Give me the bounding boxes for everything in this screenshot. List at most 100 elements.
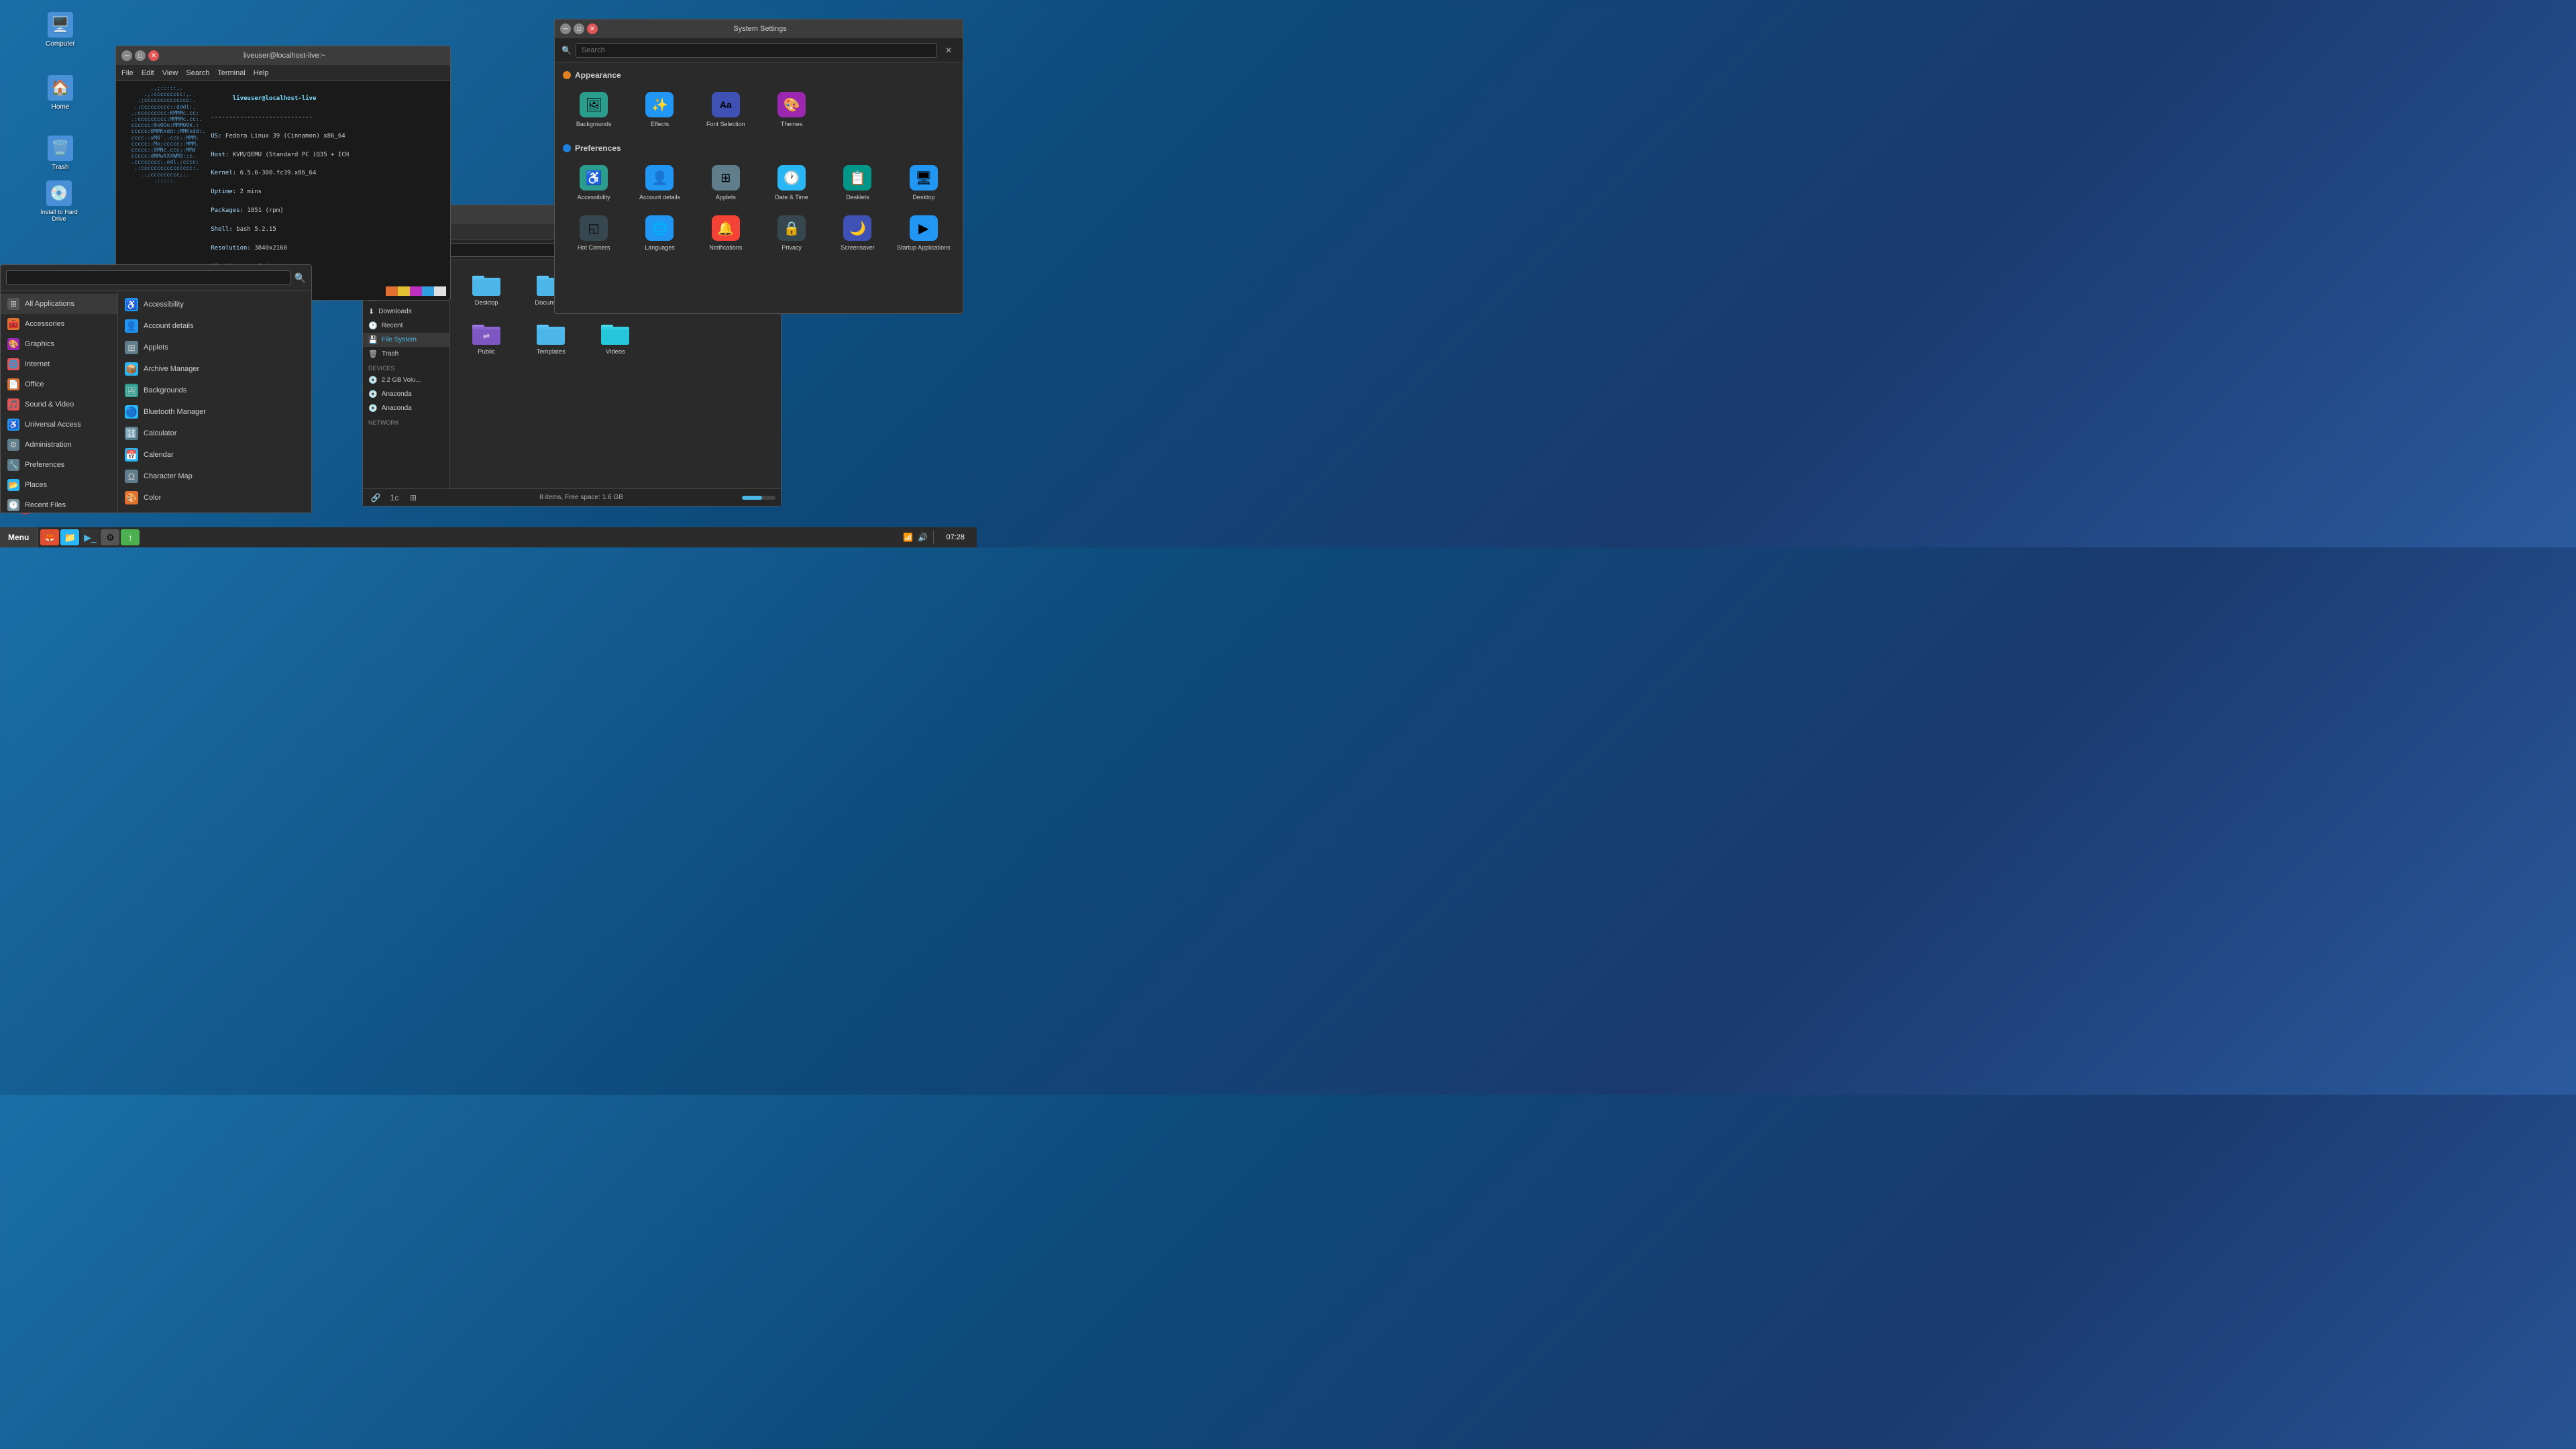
administration-icon: ⚙	[7, 439, 19, 451]
app-item-archive-manager[interactable]: 📦 Archive Manager	[118, 358, 311, 380]
ss-item-hot-corners[interactable]: ◱ Hot Corners	[563, 210, 625, 256]
taskbar-app-firefox[interactable]: 🦊	[40, 529, 59, 545]
taskbar-menu-button[interactable]: Menu	[0, 527, 38, 547]
terminal-menu-edit[interactable]: Edit	[142, 69, 154, 77]
fm-sidebar-recent[interactable]: 🕐 Recent	[363, 319, 449, 333]
category-universal-access[interactable]: ♿ Universal Access	[1, 415, 117, 435]
category-sound-video-label: Sound & Video	[25, 400, 74, 409]
app-item-applets[interactable]: ⊞ Applets	[118, 337, 311, 358]
app-item-calendar[interactable]: 📅 Calendar	[118, 444, 311, 466]
terminal-menu-help[interactable]: Help	[254, 69, 269, 77]
taskbar-time: 07:28	[939, 533, 971, 541]
terminal-menu-file[interactable]: File	[121, 69, 133, 77]
terminal-maximize-button[interactable]: □	[135, 50, 146, 61]
app-item-accessibility[interactable]: ♿ Accessibility	[118, 294, 311, 315]
fm-status-icon-1[interactable]: 🔗	[368, 490, 383, 505]
ss-item-account-details[interactable]: 👤 Account details	[629, 160, 690, 206]
ss-privacy-label: Privacy	[782, 244, 802, 251]
system-settings-close-button[interactable]: ✕	[587, 23, 598, 34]
system-settings-minimize-button[interactable]: ─	[560, 23, 571, 34]
ss-item-themes[interactable]: 🎨 Themes	[761, 87, 822, 133]
ss-preferences-grid: ♿ Accessibility 👤 Account details ⊞ Appl…	[563, 160, 955, 256]
ss-item-privacy[interactable]: 🔒 Privacy	[761, 210, 822, 256]
terminal-menu-search[interactable]: Search	[186, 69, 209, 77]
fm-sidebar-trash[interactable]: 🗑 Trash	[363, 347, 449, 361]
app-item-color[interactable]: 🎨 Color	[118, 487, 311, 508]
fm-status-icon-2[interactable]: 1c	[387, 490, 402, 505]
system-settings-maximize-button[interactable]: □	[574, 23, 584, 34]
accessories-icon: 🧰	[7, 318, 19, 330]
ss-item-notifications[interactable]: 🔔 Notifications	[695, 210, 757, 256]
ss-item-backgrounds[interactable]: 🖼 Backgrounds	[563, 87, 625, 133]
file-manager-statusbar: 🔗 1c ⊞ 8 items, Free space: 1.6 GB	[363, 488, 781, 506]
account-details-app-icon: 👤	[125, 319, 138, 333]
app-account-details-label: Account details	[144, 322, 194, 330]
category-office[interactable]: 📄 Office	[1, 374, 117, 394]
taskbar-app-terminal[interactable]: ▶_	[80, 529, 99, 545]
ss-item-desktop[interactable]: 🖥 Desktop	[893, 160, 955, 206]
ss-item-font-selection[interactable]: Aa Font Selection	[695, 87, 757, 133]
fm-status-icon-3[interactable]: ⊞	[406, 490, 421, 505]
folder-templates[interactable]: Templates	[521, 316, 580, 360]
ss-item-date-time[interactable]: 🕐 Date & Time	[761, 160, 822, 206]
category-preferences[interactable]: 🔧 Preferences	[1, 455, 117, 475]
trash-icon: 🗑️	[48, 136, 73, 161]
category-sound-video[interactable]: 🎵 Sound & Video	[1, 394, 117, 415]
ss-effects-label: Effects	[651, 121, 669, 127]
fm-sidebar-file-system[interactable]: 💾 File System	[363, 333, 449, 347]
taskbar-app-settings[interactable]: ⚙	[101, 529, 119, 545]
ss-item-applets[interactable]: ⊞ Applets	[695, 160, 757, 206]
folder-desktop[interactable]: Desktop	[457, 267, 516, 311]
category-places[interactable]: 📂 Places	[1, 475, 117, 495]
app-accessibility-label: Accessibility	[144, 301, 184, 309]
folder-public[interactable]: ⇌ Public	[457, 316, 516, 360]
ss-item-screensaver[interactable]: 🌙 Screensaver	[826, 210, 888, 256]
category-accessories[interactable]: 🧰 Accessories	[1, 314, 117, 334]
ss-item-accessibility[interactable]: ♿ Accessibility	[563, 160, 625, 206]
ss-item-startup-apps[interactable]: ▶ Startup Applications	[893, 210, 955, 256]
computer-label: Computer	[46, 40, 75, 48]
category-internet[interactable]: 🌐 Internet	[1, 354, 117, 374]
color-app-icon: 🎨	[125, 491, 138, 504]
desktop-icon-trash[interactable]: 🗑️ Trash	[37, 133, 84, 174]
taskbar-app-files[interactable]: 📁	[60, 529, 79, 545]
system-settings-search-input[interactable]	[576, 43, 937, 58]
app-item-calculator[interactable]: 🔢 Calculator	[118, 423, 311, 444]
category-recent-files[interactable]: 🕐 Recent Files	[1, 495, 117, 513]
ss-item-effects[interactable]: ✨ Effects	[629, 87, 690, 133]
terminal-menu-view[interactable]: View	[162, 69, 178, 77]
fm-sidebar-volume-1[interactable]: 💿 2.2 GB Volu...	[363, 373, 449, 387]
app-item-account-details[interactable]: 👤 Account details	[118, 315, 311, 337]
terminal-close-button[interactable]: ✕	[148, 50, 159, 61]
ss-item-languages[interactable]: 🌐 Languages	[629, 210, 690, 256]
applets-settings-icon: ⊞	[712, 165, 740, 191]
desktop-icon-computer[interactable]: 🖥️ Computer	[37, 9, 84, 50]
network-icon[interactable]: 📶	[902, 532, 913, 543]
desktop-icon-home[interactable]: 🏠 Home	[37, 72, 84, 113]
app-item-bluetooth-manager[interactable]: 🔵 Bluetooth Manager	[118, 401, 311, 423]
ss-item-desklets[interactable]: 📋 Desklets	[826, 160, 888, 206]
fm-sidebar-downloads[interactable]: ⬇ Downloads	[363, 305, 449, 319]
system-settings-content: Appearance 🖼 Backgrounds ✨ Effects Aa Fo…	[555, 62, 963, 313]
fm-sidebar-anaconda-2[interactable]: 💿 Anaconda	[363, 401, 449, 415]
category-all-applications[interactable]: ⊞ All Applications	[1, 294, 117, 314]
system-settings-search-bar: 🔍 ✕	[555, 38, 963, 62]
ss-notifications-label: Notifications	[709, 244, 742, 251]
category-graphics[interactable]: 🎨 Graphics	[1, 334, 117, 354]
terminal-minimize-button[interactable]: ─	[121, 50, 132, 61]
appearance-section-dot	[563, 71, 571, 79]
taskbar-app-update-manager[interactable]: ↑	[121, 529, 140, 545]
startup-apps-settings-icon: ▶	[910, 215, 938, 241]
ss-search-clear-button[interactable]: ✕	[941, 43, 956, 58]
swatch-white	[434, 286, 446, 296]
fm-sidebar-anaconda-1[interactable]: 💿 Anaconda	[363, 387, 449, 401]
volume-icon[interactable]: 🔊	[917, 532, 928, 543]
app-item-backgrounds[interactable]: 🖼 Backgrounds	[118, 380, 311, 401]
category-administration[interactable]: ⚙ Administration	[1, 435, 117, 455]
app-item-color-profile-viewer[interactable]: 🌈 Color Profile Viewer	[118, 508, 311, 513]
app-menu-search-input[interactable]	[6, 270, 290, 285]
app-item-character-map[interactable]: Ω Character Map	[118, 466, 311, 487]
desktop-icon-install[interactable]: 💿 Install to Hard Drive	[34, 178, 85, 225]
folder-videos[interactable]: Videos	[586, 316, 645, 360]
terminal-menu-terminal[interactable]: Terminal	[217, 69, 246, 77]
